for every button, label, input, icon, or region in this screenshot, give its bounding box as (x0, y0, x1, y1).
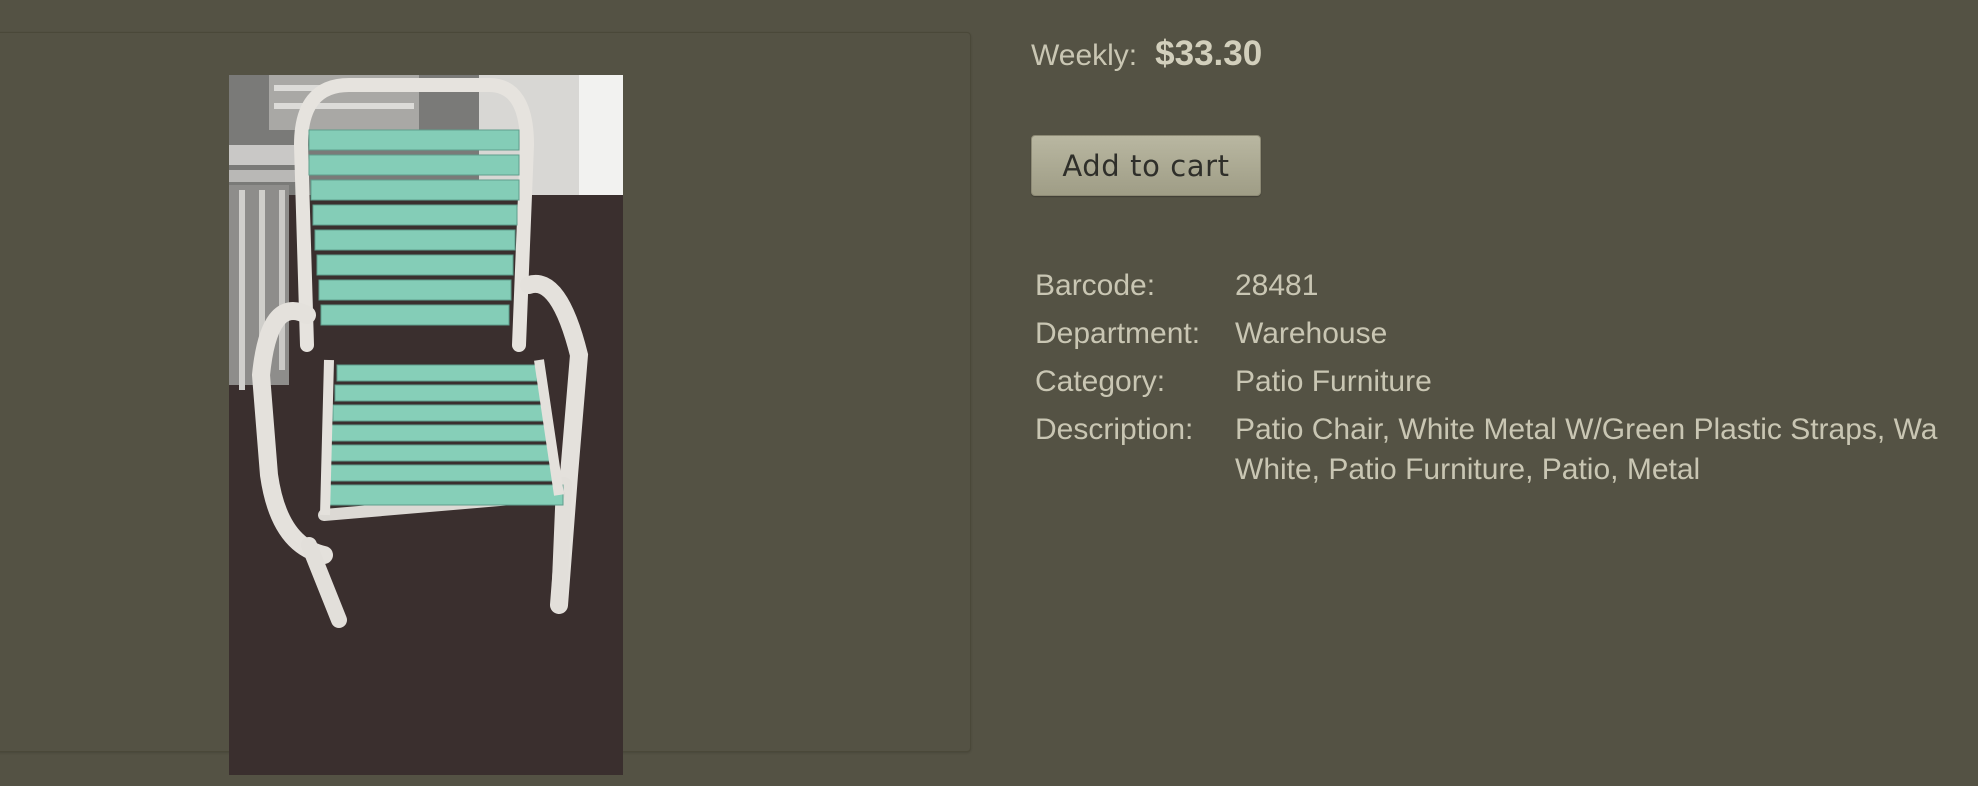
spec-value: Warehouse (1235, 317, 1388, 350)
product-specs-table: Barcode: 28481 Department: Warehouse Cat… (1035, 266, 1978, 486)
spec-row-barcode: Barcode: 28481 (1035, 266, 1978, 314)
description-line-1: Patio Chair, White Metal W/Green Plastic… (1235, 413, 1938, 446)
description-line-2: White, Patio Furniture, Patio, Metal (1235, 453, 1701, 486)
spec-label: Department: (1035, 317, 1201, 350)
spec-row-description: Description: Patio Chair, White Metal W/… (1035, 410, 1978, 486)
spec-row-department: Department: Warehouse (1035, 314, 1978, 362)
price-row: Weekly: $33.30 (1031, 34, 1262, 74)
product-details: Weekly: $33.30 Add to cart Barcode: 2848… (1031, 0, 1978, 786)
spec-value: Patio Furniture (1235, 365, 1432, 398)
price-value: $33.30 (1155, 34, 1263, 73)
spec-value-description: Patio Chair, White Metal W/Green Plastic… (1235, 410, 1978, 490)
add-to-cart-button[interactable]: Add to cart (1031, 135, 1261, 196)
spec-label: Category: (1035, 365, 1166, 398)
spec-row-category: Category: Patio Furniture (1035, 362, 1978, 410)
spec-value: 28481 (1235, 269, 1319, 302)
product-page: Weekly: $33.30 Add to cart Barcode: 2848… (0, 0, 1978, 786)
spec-label: Description: (1035, 413, 1194, 446)
price-label: Weekly: (1031, 39, 1138, 72)
product-photo[interactable] (229, 75, 623, 775)
spec-label: Barcode: (1035, 269, 1156, 302)
product-image-panel (0, 32, 971, 775)
